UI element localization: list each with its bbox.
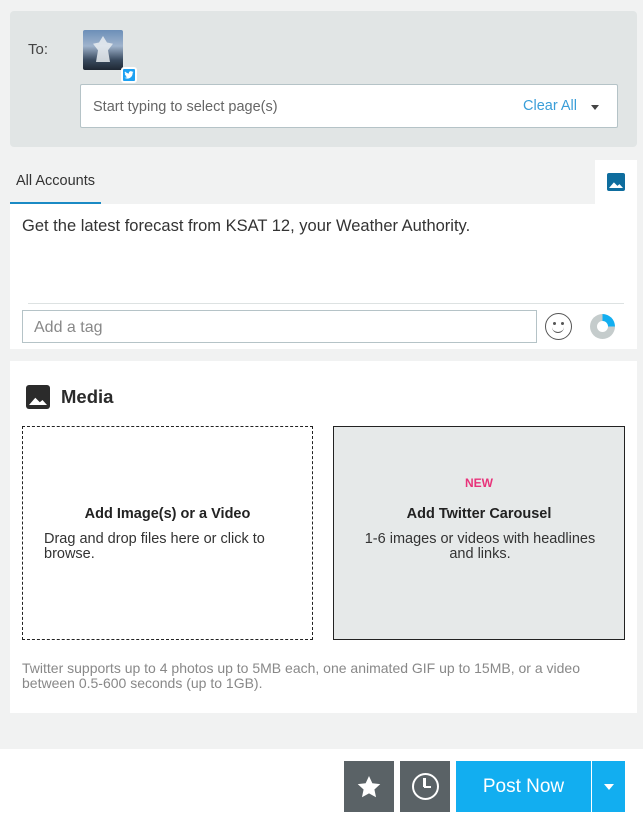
media-header: Media xyxy=(26,385,113,409)
tag-input[interactable]: Add a tag xyxy=(22,310,537,343)
twitter-icon xyxy=(121,67,137,83)
upload-subtext: Drag and drop files here or click to bro… xyxy=(44,531,265,562)
image-icon xyxy=(607,173,625,191)
chevron-down-icon xyxy=(603,783,614,790)
footer-bar: Post Now xyxy=(0,749,643,825)
post-options-button[interactable] xyxy=(592,761,625,812)
media-tab[interactable] xyxy=(595,160,637,204)
to-label: To: xyxy=(28,41,49,58)
favorite-button[interactable] xyxy=(344,761,394,812)
upload-heading: Add Image(s) or a Video xyxy=(84,506,251,522)
schedule-button[interactable] xyxy=(400,761,450,812)
new-badge: NEW xyxy=(465,476,493,490)
star-icon xyxy=(357,775,381,797)
recipients-panel: To: Start typing to select page(s) Clear… xyxy=(10,11,637,147)
clear-all-link[interactable]: Clear All xyxy=(523,98,577,114)
upload-dropzone[interactable]: Add Image(s) or a Video Drag and drop fi… xyxy=(22,426,313,640)
tab-all-accounts[interactable]: All Accounts xyxy=(10,160,101,204)
carousel-subtext: 1-6 images or videos with headlines and … xyxy=(364,531,596,562)
media-title: Media xyxy=(61,386,114,407)
image-icon xyxy=(26,385,50,409)
compose-box: Get the latest forecast from KSAT 12, yo… xyxy=(10,204,637,349)
page-select-input[interactable]: Start typing to select page(s) Clear All xyxy=(80,84,618,128)
page-select-placeholder: Start typing to select page(s) xyxy=(93,99,278,115)
character-count-ring xyxy=(590,314,615,339)
message-text[interactable]: Get the latest forecast from KSAT 12, yo… xyxy=(22,217,470,236)
twitter-carousel-button[interactable]: NEW Add Twitter Carousel 1-6 images or v… xyxy=(333,426,625,640)
smiley-icon[interactable] xyxy=(545,313,572,340)
media-panel: Media Add Image(s) or a Video Drag and d… xyxy=(10,361,637,713)
account-tabs: All Accounts xyxy=(0,160,643,204)
page-avatar[interactable] xyxy=(83,30,123,70)
media-limits-note: Twitter supports up to 4 photos up to 5M… xyxy=(22,660,580,691)
post-now-button[interactable]: Post Now xyxy=(456,761,591,812)
clock-icon xyxy=(411,773,439,800)
chevron-down-icon[interactable] xyxy=(591,105,599,110)
tag-input-placeholder: Add a tag xyxy=(34,319,103,336)
carousel-heading: Add Twitter Carousel xyxy=(406,506,552,522)
divider xyxy=(28,303,624,304)
